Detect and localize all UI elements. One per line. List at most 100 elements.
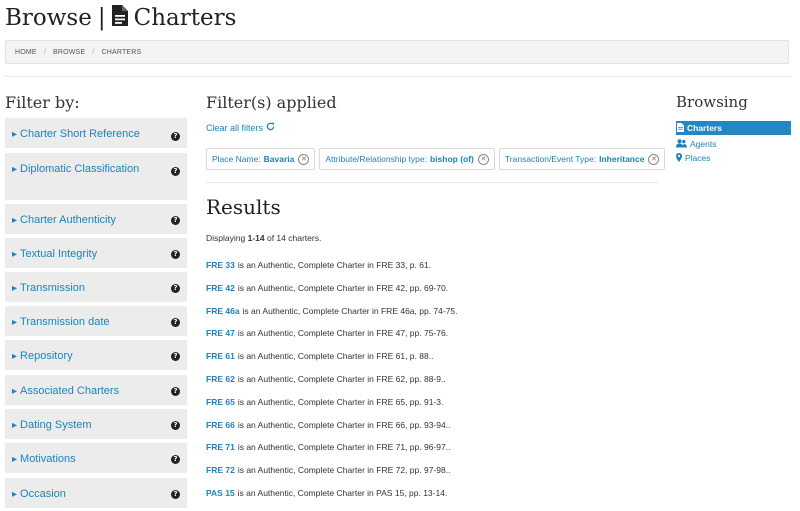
breadcrumb-charters: CHARTERS [101,48,142,56]
document-icon [111,4,128,32]
filter-chip-transaction-event: Transaction/Event Type: Inheritance ✕ [498,148,666,170]
chip-value: Bavaria [263,154,295,164]
help-icon[interactable]: ? [171,352,180,361]
filter-charter-short-reference[interactable]: Charter Short Reference ? [5,118,187,148]
filter-motivations[interactable]: Motivations ? [5,443,187,473]
results-count: Displaying 1-14 of 14 charters. [206,233,321,243]
result-row: FRE 33 is an Authentic, Complete Charter … [206,260,666,283]
charter-link[interactable]: FRE 71 [206,442,235,452]
chip-value: bishop (of) [429,154,474,164]
displaying-suffix: of 14 charters. [266,233,322,243]
displaying-prefix: Displaying [206,233,246,243]
charter-link[interactable]: FRE 61 [206,351,235,361]
filter-label: Transmission date [12,314,162,331]
result-row: FRE 65 is an Authentic, Complete Charter … [206,397,666,420]
charter-link[interactable]: FRE 65 [206,397,235,407]
results-title: Results [206,195,281,219]
filter-label: Transmission [12,280,162,297]
charter-link[interactable]: FRE 66 [206,420,235,430]
help-icon[interactable]: ? [171,490,180,499]
filter-label: Diplomatic Classification [12,161,142,178]
browse-item-label: Agents [690,139,717,149]
result-row: FRE 42 is an Authentic, Complete Charter … [206,283,666,306]
browse-item-label: Charters [687,123,722,133]
result-row: FRE 62 is an Authentic, Complete Charter … [206,374,666,397]
charter-link[interactable]: PAS 15 [206,488,235,498]
filter-label: Motivations [12,451,162,468]
charter-link[interactable]: FRE 72 [206,465,235,475]
result-description: is an Authentic, Complete Charter in FRE… [237,351,434,362]
filter-chip-attribute-relationship: Attribute/Relationship type: bishop (of)… [319,148,495,170]
filter-repository[interactable]: Repository ? [5,340,187,370]
filter-associated-charters[interactable]: Associated Charters ? [5,375,187,405]
result-description: is an Authentic, Complete Charter in PAS… [237,487,448,498]
result-row: FRE 72 is an Authentic, Complete Charter … [206,465,666,488]
applied-filter-chips: Place Name: Bavaria ✕ Attribute/Relation… [206,148,666,170]
breadcrumb: HOME / BROWSE / CHARTERS [5,40,789,64]
help-icon[interactable]: ? [171,167,180,176]
help-icon[interactable]: ? [171,421,180,430]
browse-agents-link[interactable]: Agents [676,137,716,151]
displaying-range: 1-14 [247,233,265,243]
help-icon[interactable]: ? [171,318,180,327]
remove-filter-icon[interactable]: ✕ [477,153,489,165]
filter-transmission[interactable]: Transmission ? [5,272,187,302]
users-icon [676,138,687,150]
chip-label: Transaction/Event Type: [504,154,597,164]
charter-link[interactable]: FRE 47 [206,328,235,338]
filter-label: Dating System [12,417,162,434]
remove-filter-icon[interactable]: ✕ [648,153,660,165]
filter-label: Charter Authenticity [12,212,162,229]
charter-link[interactable]: FRE 42 [206,283,235,293]
help-icon[interactable]: ? [171,132,180,141]
filter-diplomatic-classification[interactable]: Diplomatic Classification ? [5,153,187,200]
filter-label: Charter Short Reference [12,126,162,143]
divider [206,182,658,183]
filter-label: Occasion [12,486,162,503]
breadcrumb-home[interactable]: HOME [15,49,37,56]
clear-all-filters-link[interactable]: Clear all filters [206,122,275,133]
result-description: is an Authentic, Complete Charter in FRE… [237,282,449,293]
charter-link[interactable]: FRE 46a [206,306,240,316]
result-row: FRE 66 is an Authentic, Complete Charter … [206,420,666,443]
browse-item-label: Places [685,153,711,163]
filter-occasion[interactable]: Occasion ? [5,478,187,508]
filter-textual-integrity[interactable]: Textual Integrity ? [5,238,187,268]
remove-filter-icon[interactable]: ✕ [298,153,310,165]
filter-dating-system[interactable]: Dating System ? [5,409,187,439]
help-icon[interactable]: ? [171,284,180,293]
title-charters: Charters [133,5,237,31]
result-description: is an Authentic, Complete Charter in FRE… [237,465,451,476]
result-description: is an Authentic, Complete Charter in FRE… [237,419,451,430]
title-browse: Browse [5,5,92,31]
browse-charters-link[interactable]: Charters [676,121,791,135]
breadcrumb-browse[interactable]: BROWSE [53,49,85,56]
map-marker-icon [676,152,682,164]
filters-applied-title: Filter(s) applied [206,93,337,112]
help-icon[interactable]: ? [171,216,180,225]
help-icon[interactable]: ? [171,250,180,259]
browsing-title: Browsing [676,93,748,111]
result-description: is an Authentic, Complete Charter in FRE… [242,305,458,316]
filter-by-title: Filter by: [5,93,80,112]
results-list: FRE 33 is an Authentic, Complete Charter … [206,260,666,511]
help-icon[interactable]: ? [171,455,180,464]
browse-places-link[interactable]: Places [676,151,711,165]
result-row: FRE 47 is an Authentic, Complete Charter … [206,328,666,351]
result-row: FRE 46a is an Authentic, Complete Charter… [206,306,666,329]
filter-label: Textual Integrity [12,246,162,263]
chip-value: Inheritance [599,154,645,164]
filter-transmission-date[interactable]: Transmission date ? [5,306,187,336]
charter-link[interactable]: FRE 62 [206,374,235,384]
clear-all-filters-label: Clear all filters [206,122,264,133]
help-icon[interactable]: ? [171,387,180,396]
charter-link[interactable]: FRE 33 [206,260,235,270]
filter-charter-authenticity[interactable]: Charter Authenticity ? [5,204,187,234]
title-separator: | [97,5,106,31]
page-title: Browse | Charters [5,0,236,36]
result-description: is an Authentic, Complete Charter in FRE… [237,260,432,270]
result-row: PAS 15 is an Authentic, Complete Charter … [206,488,666,511]
breadcrumb-divider: / [43,48,46,56]
document-icon [677,122,684,134]
filter-chip-place-name: Place Name: Bavaria ✕ [206,148,316,170]
